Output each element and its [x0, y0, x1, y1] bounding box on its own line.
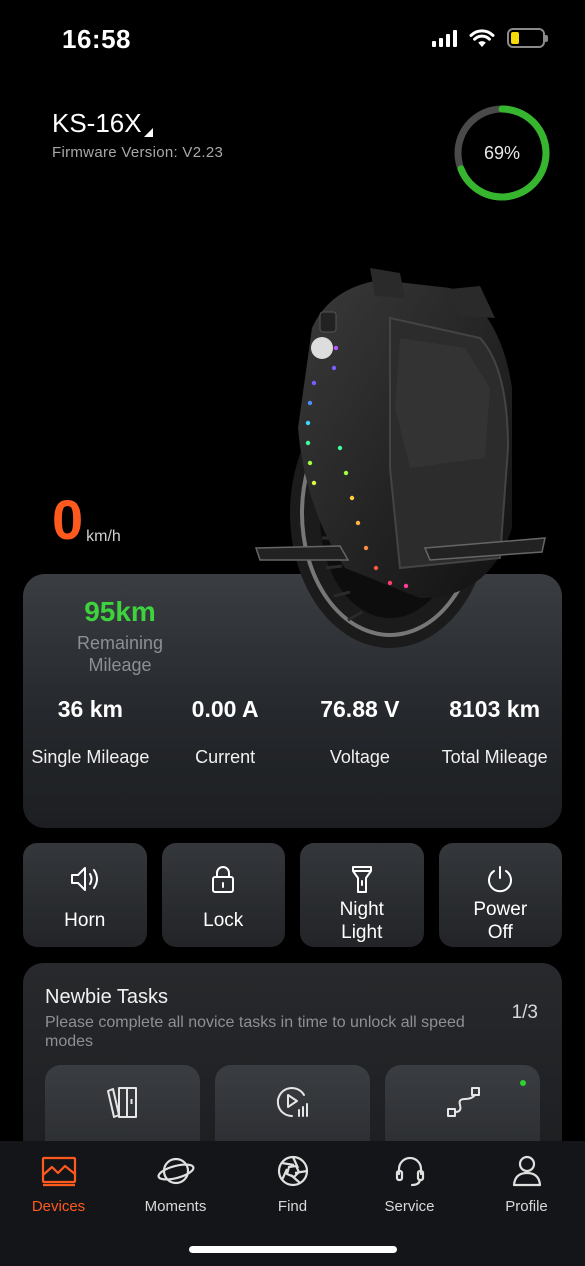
headset-icon	[351, 1153, 468, 1189]
dropdown-caret-icon	[143, 128, 153, 137]
device-name: KS-16X	[52, 108, 142, 138]
person-icon	[468, 1153, 585, 1189]
stat-label: Current	[195, 747, 256, 767]
battery-ring: 69%	[452, 103, 552, 203]
task-tiles	[45, 1065, 540, 1141]
stat-label: Single Mileage	[31, 747, 150, 767]
stat-label: Voltage	[329, 747, 390, 767]
label-line: Off	[487, 922, 513, 943]
speaker-icon	[69, 863, 101, 895]
power-icon	[485, 863, 515, 895]
status-icons	[432, 28, 548, 48]
newbie-tasks-card: Newbie Tasks Please complete all novice …	[23, 963, 562, 1141]
tab-find[interactable]: Find	[234, 1153, 351, 1215]
speed-value: 0	[52, 488, 84, 551]
tab-moments[interactable]: Moments	[117, 1153, 234, 1215]
lock-icon	[209, 863, 237, 895]
unicycle-image	[254, 268, 546, 648]
label-line: Night	[339, 899, 384, 920]
horn-label: Horn	[64, 910, 106, 931]
planet-icon	[117, 1153, 234, 1189]
stat-total-mileage: 8103 km Total Mileage	[427, 696, 562, 768]
stat-value: 0.00 A	[191, 696, 259, 722]
speed-unit: km/h	[86, 528, 121, 545]
tasks-description: Please complete all novice tasks in time…	[45, 1014, 465, 1050]
tasks-progress: 1/3	[511, 1002, 538, 1023]
task-tile-video[interactable]	[215, 1065, 370, 1141]
tab-label: Find	[277, 1198, 308, 1215]
lock-button[interactable]: Lock	[161, 843, 285, 947]
tab-label: Service	[384, 1198, 435, 1215]
status-bar: 16:58	[0, 0, 585, 80]
stat-value: 36 km	[57, 696, 123, 722]
devices-icon	[0, 1153, 117, 1189]
stat-current: 0.00 A Current	[158, 696, 293, 768]
task-tile-route[interactable]	[385, 1065, 540, 1141]
remaining-mileage: 95km Remaining Mileage	[63, 596, 177, 676]
tab-label: Moments	[144, 1198, 207, 1215]
action-buttons: Horn Lock Night Light Power Off	[23, 843, 562, 947]
route-icon	[446, 1087, 480, 1117]
speed-readout: 0 km/h	[52, 492, 121, 548]
tasks-title: Newbie Tasks	[45, 986, 169, 1008]
stat-label: Total Mileage	[441, 747, 548, 767]
tab-service[interactable]: Service	[351, 1153, 468, 1215]
power-off-label: Power Off	[473, 898, 527, 944]
stats-row: 36 km Single Mileage 0.00 A Current 76.8…	[23, 696, 562, 768]
stat-value: 8103 km	[449, 696, 541, 722]
label-line: Power	[473, 899, 528, 920]
label-line: Light	[341, 922, 383, 943]
status-time: 16:58	[62, 24, 131, 54]
device-selector[interactable]: KS-16X	[52, 108, 223, 139]
tab-profile[interactable]: Profile	[468, 1153, 585, 1215]
stat-voltage: 76.88 V Voltage	[293, 696, 428, 768]
firmware-version: Firmware Version: V2.23	[52, 144, 224, 161]
tab-label: Devices	[31, 1198, 86, 1215]
stat-value: 76.88 V	[320, 696, 400, 722]
remaining-mileage-label: Remaining Mileage	[76, 633, 164, 675]
night-light-button[interactable]: Night Light	[300, 843, 424, 947]
horn-button[interactable]: Horn	[23, 843, 147, 947]
home-indicator[interactable]	[189, 1246, 397, 1253]
video-play-icon	[276, 1087, 308, 1118]
battery-percent: 69%	[483, 142, 521, 163]
task-tile-guide[interactable]	[45, 1065, 200, 1141]
tab-label: Profile	[505, 1198, 548, 1215]
wifi-icon	[469, 28, 495, 47]
aperture-icon	[234, 1153, 351, 1189]
phone-battery-icon	[507, 28, 548, 48]
stat-single-mileage: 36 km Single Mileage	[23, 696, 158, 768]
books-icon	[106, 1087, 137, 1118]
lock-label: Lock	[203, 910, 244, 931]
new-task-dot	[520, 1080, 526, 1086]
power-off-button[interactable]: Power Off	[438, 843, 562, 947]
night-light-label: Night Light	[340, 898, 384, 944]
remaining-mileage-value: 95km	[84, 596, 156, 627]
flashlight-icon	[349, 863, 375, 895]
cellular-signal-icon	[432, 29, 457, 47]
tab-devices[interactable]: Devices	[0, 1153, 117, 1215]
device-header[interactable]: KS-16X Firmware Version: V2.23	[52, 108, 223, 161]
